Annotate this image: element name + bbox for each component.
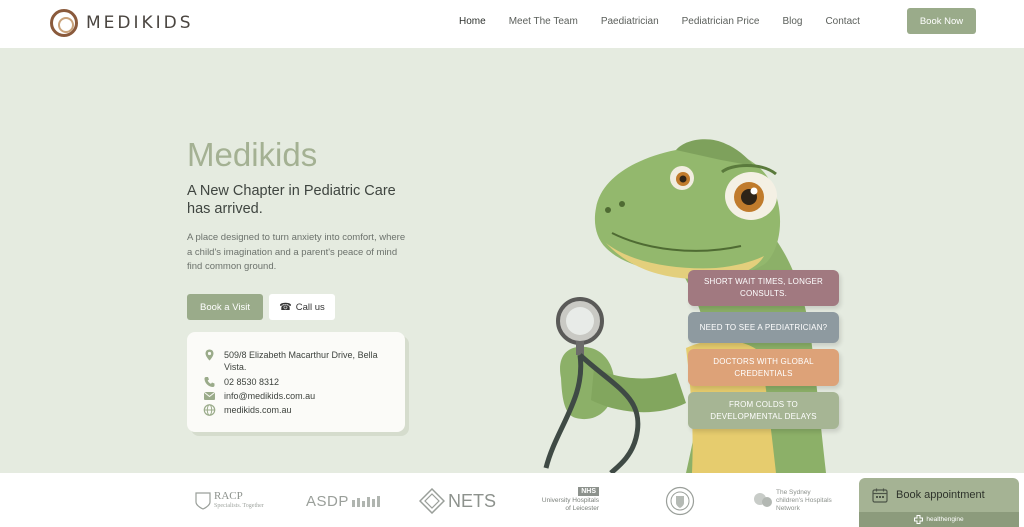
- feature-colds-to-delays[interactable]: FROM COLDS TO DEVELOPMENTAL DELAYS: [688, 392, 839, 429]
- email-text: info@medikids.com.au: [224, 391, 316, 401]
- contact-card: 509/8 Elizabeth Macarthur Drive, Bella V…: [187, 332, 405, 432]
- feature-global-credentials[interactable]: DOCTORS WITH GLOBAL CREDENTIALS: [688, 349, 839, 386]
- phone-row[interactable]: 02 8530 8312: [203, 376, 394, 388]
- racp-tagline: Specialists. Together: [214, 503, 264, 509]
- partner-leicester-logo: NHS University Hospitals of Leicester: [537, 487, 599, 515]
- book-now-button[interactable]: Book Now: [907, 8, 976, 34]
- nav-blog[interactable]: Blog: [782, 16, 802, 27]
- address-row: 509/8 Elizabeth Macarthur Drive, Bella V…: [203, 349, 394, 373]
- feature-need-pediatrician[interactable]: NEED TO SEE A PEDIATRICIAN?: [688, 312, 839, 343]
- envelope-icon: [203, 392, 216, 400]
- book-appointment-label: Book appointment: [896, 489, 985, 501]
- asdp-text: ASDP: [306, 492, 349, 510]
- book-appointment-header[interactable]: Book appointment: [859, 478, 1019, 512]
- partner-crest-logo: [665, 486, 695, 516]
- healthengine-logo-icon: [914, 515, 924, 524]
- main-nav: Home Meet The Team Paediatrician Pediatr…: [459, 16, 883, 27]
- nhs-badge: NHS: [578, 487, 599, 496]
- nets-diamond-icon: [419, 488, 445, 514]
- nav-paediatrician[interactable]: Paediatrician: [601, 16, 659, 27]
- phone-text: 02 8530 8312: [224, 377, 280, 387]
- website-row[interactable]: medikids.com.au: [203, 404, 394, 416]
- call-us-button[interactable]: ☎ Call us: [269, 294, 335, 320]
- partner-asdp-logo: ASDP: [306, 487, 385, 515]
- email-row[interactable]: info@medikids.com.au: [203, 390, 394, 402]
- leicester-text: University Hospitals of Leicester: [541, 497, 599, 512]
- feature-short-wait-times[interactable]: SHORT WAIT TIMES, LONGER CONSULTS.: [688, 270, 839, 306]
- nav-home[interactable]: Home: [459, 16, 486, 27]
- address-text: 509/8 Elizabeth Macarthur Drive, Bella V…: [224, 350, 378, 372]
- nav-meet-the-team[interactable]: Meet The Team: [509, 16, 578, 27]
- site-header: MEDIKIDS Home Meet The Team Paediatricia…: [0, 0, 1024, 48]
- sydney-childrens-text: The Sydney children's Hospitals Network: [776, 489, 832, 512]
- hero-description: A place designed to turn anxiety into co…: [187, 232, 406, 272]
- partner-nets-logo: NETS: [419, 487, 496, 515]
- hero-title: Medikids: [187, 136, 318, 173]
- partner-sydney-childrens-logo: The Sydney children's Hospitals Network: [752, 487, 832, 515]
- book-appointment-widget[interactable]: Book appointment healthengine: [859, 478, 1019, 527]
- brand-name: MEDIKIDS: [86, 13, 194, 33]
- location-pin-icon: [205, 349, 214, 361]
- phone-icon: [204, 377, 215, 387]
- brand-logo[interactable]: MEDIKIDS: [50, 9, 194, 37]
- hero-subtitle: A New Chapter in Pediatric Care has arri…: [187, 183, 396, 217]
- logo-icon: [50, 9, 78, 37]
- racp-crest-icon: [195, 492, 211, 510]
- book-visit-button[interactable]: Book a Visit: [187, 294, 263, 320]
- racp-text: RACP: [214, 490, 243, 502]
- phone-icon: ☎: [279, 301, 292, 313]
- website-text: medikids.com.au: [224, 405, 292, 415]
- nets-text: NETS: [448, 490, 497, 511]
- healthengine-text: healthengine: [926, 516, 964, 523]
- asdp-figures-icon: [351, 496, 380, 507]
- globe-icon: [203, 404, 216, 416]
- seal-crest-icon: [665, 486, 695, 516]
- calendar-icon: [872, 488, 888, 503]
- sydney-childrens-icon: [754, 493, 772, 507]
- call-us-label: Call us: [295, 301, 325, 313]
- nav-contact[interactable]: Contact: [825, 16, 859, 27]
- nav-pediatrician-price[interactable]: Pediatrician Price: [682, 16, 760, 27]
- powered-by-bar: healthengine: [859, 512, 1019, 527]
- partner-racp-logo: RACP Specialists. Together: [195, 487, 264, 515]
